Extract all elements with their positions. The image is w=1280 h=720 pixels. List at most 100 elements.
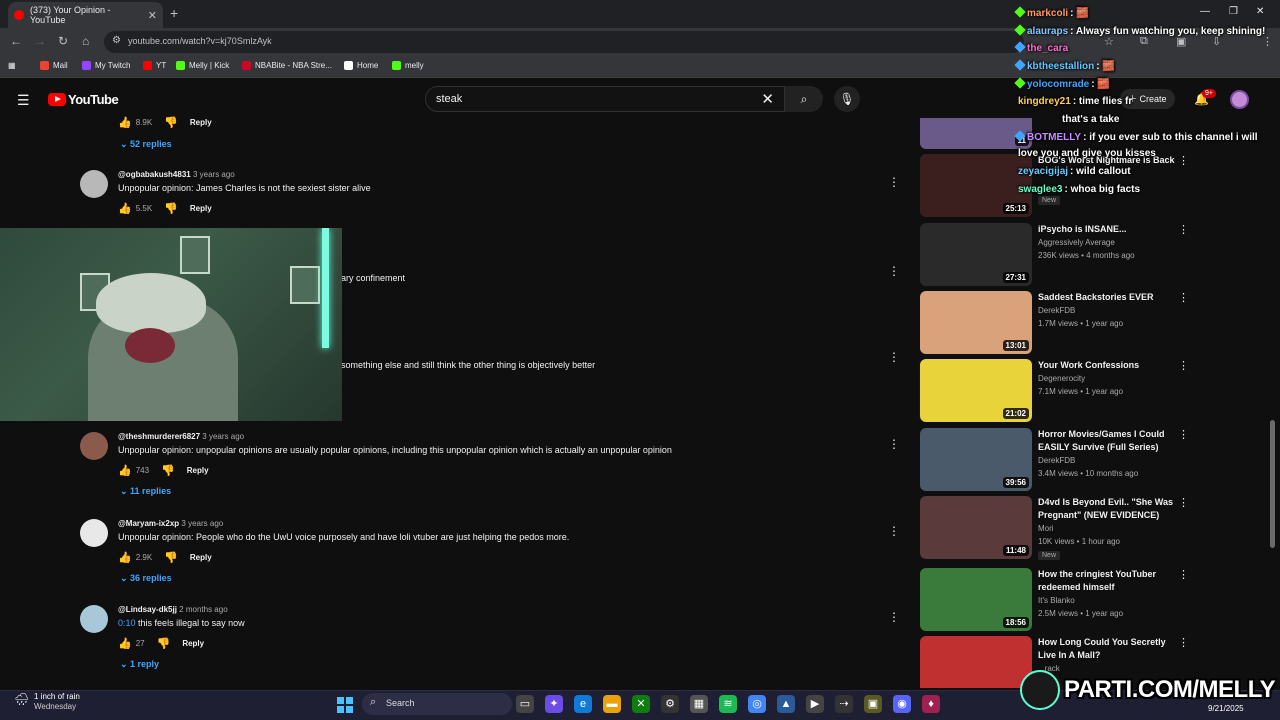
comment-author[interactable]: @Lindsay-dk5jj (118, 605, 177, 614)
reload-icon[interactable]: ↻ (58, 34, 68, 48)
search-input[interactable]: steak ✕ (425, 86, 785, 112)
video-menu-icon[interactable]: ⋮ (1178, 223, 1189, 236)
video-channel[interactable]: It's Blanko (1038, 596, 1075, 605)
video-menu-icon[interactable]: ⋮ (1178, 568, 1189, 581)
video-menu-icon[interactable]: ⋮ (1178, 291, 1189, 304)
video-channel[interactable]: DerekFDB (1038, 306, 1075, 315)
thumbs-down-icon[interactable]: 👎 (164, 551, 178, 564)
comment-menu-icon[interactable]: ⋮ (888, 350, 900, 364)
home-icon[interactable]: ⌂ (82, 34, 89, 48)
avatar[interactable] (80, 432, 108, 460)
replies-toggle[interactable]: ⌄ 52 replies (120, 139, 172, 150)
thumbs-down-icon[interactable]: 👎 (161, 464, 175, 477)
chrome-icon[interactable]: ◎ (748, 695, 766, 713)
recommended-video[interactable]: 18:56 How the cringiest YouTuber redeeme… (920, 568, 1190, 632)
comment-menu-icon[interactable]: ⋮ (888, 264, 900, 278)
video-channel[interactable]: Mori (1038, 524, 1054, 533)
video-thumbnail[interactable] (920, 636, 1032, 688)
search-button[interactable]: ⌕ (785, 86, 823, 112)
video-thumbnail[interactable]: 21:02 (920, 359, 1032, 422)
new-tab-icon[interactable]: + (170, 5, 178, 21)
replies-toggle[interactable]: ⌄ 1 reply (120, 659, 159, 670)
back-icon[interactable]: ← (10, 34, 22, 48)
spotify-icon[interactable]: ≋ (719, 695, 737, 713)
comment-menu-icon[interactable]: ⋮ (888, 437, 900, 451)
video-title[interactable]: Saddest Backstories EVER (1038, 291, 1178, 304)
video-menu-icon[interactable]: ⋮ (1178, 496, 1189, 509)
media-player-icon[interactable]: ▶ (806, 695, 824, 713)
thumbs-up-icon[interactable]: 👍 (118, 637, 132, 650)
clear-search-icon[interactable]: ✕ (761, 90, 774, 108)
reply-button[interactable]: Reply (190, 204, 212, 213)
app-icon[interactable]: ⇢ (835, 695, 853, 713)
recommended-video[interactable]: 27:31 iPsycho is INSANE... Aggressively … (920, 223, 1190, 287)
edge-icon[interactable]: e (574, 695, 592, 713)
thumbs-down-icon[interactable]: 👎 (157, 637, 171, 650)
app-icon[interactable]: ▣ (864, 695, 882, 713)
reply-button[interactable]: Reply (187, 466, 209, 475)
reply-button[interactable]: Reply (190, 553, 212, 562)
bookmark-melly[interactable]: melly (392, 61, 424, 70)
recommended-video[interactable]: 21:02 Your Work Confessions Degenerocity… (920, 359, 1190, 423)
discord-icon[interactable]: ◉ (893, 695, 911, 713)
video-channel[interactable]: DerekFDB (1038, 456, 1075, 465)
thumbs-down-icon[interactable]: 👎 (164, 116, 178, 129)
video-title[interactable]: Your Work Confessions (1038, 359, 1178, 372)
minimize-icon[interactable]: — (1200, 6, 1210, 17)
forward-icon[interactable]: → (34, 34, 46, 48)
avatar[interactable] (80, 605, 108, 633)
window-close-icon[interactable]: ✕ (1256, 6, 1264, 17)
video-thumbnail[interactable]: 39:56 (920, 428, 1032, 491)
photos-icon[interactable]: ▲ (777, 695, 795, 713)
windows-start-icon[interactable] (337, 697, 353, 713)
video-title[interactable]: D4vd Is Beyond Evil.. "She Was Pregnant"… (1038, 496, 1178, 522)
file-explorer-icon[interactable]: ▬ (603, 695, 621, 713)
recommended-video[interactable]: 11:48 D4vd Is Beyond Evil.. "She Was Pre… (920, 496, 1190, 560)
comment-menu-icon[interactable]: ⋮ (888, 175, 900, 189)
bookmark-nbabite[interactable]: NBABite - NBA Stre... (242, 61, 332, 70)
comment-author[interactable]: @ogbabakush4831 (118, 170, 191, 179)
bookmark-my-twitch[interactable]: My Twitch (82, 61, 130, 70)
replies-toggle[interactable]: ⌄ 11 replies (120, 486, 171, 497)
video-thumbnail[interactable]: 27:31 (920, 223, 1032, 286)
thumbs-up-icon[interactable]: 👍 (118, 202, 132, 215)
comment-author[interactable]: @theshmurderer6827 (118, 432, 200, 441)
address-bar[interactable]: ⚙ youtube.com/watch?v=kj70SmlzAyk (104, 31, 1024, 53)
taskbar-search[interactable]: ⌕ Search (362, 693, 512, 715)
app-icon[interactable]: ♦ (922, 695, 940, 713)
bookmark-home[interactable]: Home (344, 61, 378, 70)
avatar[interactable] (80, 170, 108, 198)
xbox-icon[interactable]: ✕ (632, 695, 650, 713)
youtube-logo[interactable]: YouTube (48, 92, 119, 107)
page-scrollbar[interactable] (1270, 420, 1275, 548)
video-menu-icon[interactable]: ⋮ (1178, 428, 1189, 441)
video-channel[interactable]: Degenerocity (1038, 374, 1085, 383)
bookmark-yt[interactable]: YT (143, 61, 166, 70)
video-thumbnail[interactable]: 25:13 (920, 154, 1032, 217)
bookmark-mail[interactable]: Mail (40, 61, 68, 70)
recommended-video[interactable]: 13:01 Saddest Backstories EVER DerekFDB … (920, 291, 1190, 355)
comment-timestamp-link[interactable]: 0:10 (118, 618, 136, 628)
hamburger-menu-icon[interactable]: ☰ (17, 92, 30, 109)
tab-close-icon[interactable]: ✕ (148, 9, 157, 22)
video-title[interactable]: Horror Movies/Games I Could EASILY Survi… (1038, 428, 1178, 454)
task-view-icon[interactable]: ▭ (516, 695, 534, 713)
video-title[interactable]: iPsycho is INSANE... (1038, 223, 1178, 236)
thumbs-up-icon[interactable]: 👍 (118, 551, 132, 564)
video-title[interactable]: How the cringiest YouTuber redeemed hims… (1038, 568, 1178, 594)
video-thumbnail[interactable]: 13:01 (920, 291, 1032, 354)
account-avatar[interactable] (1230, 90, 1249, 109)
steam-icon[interactable]: ⚙ (661, 695, 679, 713)
bookmark-melly-kick[interactable]: Melly | Kick (176, 61, 229, 70)
store-icon[interactable]: ▦ (690, 695, 708, 713)
comment-author[interactable]: @Maryam-ix2xp (118, 519, 179, 528)
maximize-icon[interactable]: ❐ (1229, 6, 1238, 17)
video-thumbnail[interactable]: 11:48 (920, 496, 1032, 559)
thumbs-up-icon[interactable]: 👍 (118, 464, 132, 477)
browser-tab[interactable]: (373) Your Opinion - YouTube ✕ (8, 2, 163, 28)
apps-icon[interactable]: ▦ (8, 61, 16, 70)
video-title[interactable]: How Long Could You Secretly Live In A Ma… (1038, 636, 1178, 662)
voice-search-button[interactable]: 🎙 (834, 86, 860, 112)
avatar[interactable] (80, 519, 108, 547)
recommended-video[interactable]: 39:56 Horror Movies/Games I Could EASILY… (920, 428, 1190, 492)
